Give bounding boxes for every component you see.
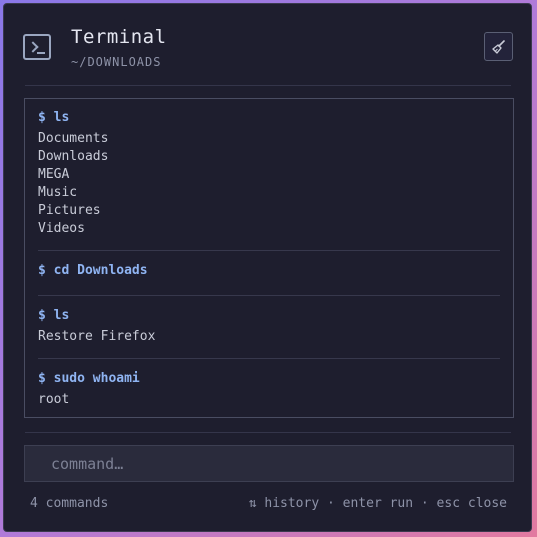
output-block: $ ls Documents Downloads MEGA Music Pictures V… xyxy=(38,109,500,251)
output-line: Pictures xyxy=(38,203,101,218)
output-line: Restore Firefox xyxy=(38,329,156,344)
output-line: root xyxy=(38,392,70,407)
input-divider xyxy=(25,432,511,433)
command-line: $ sudo whoami xyxy=(38,371,140,386)
terminal-window: Terminal ~/DOWNLOADS $ ls Documents Downlo… xyxy=(3,3,532,532)
output-line: Documents xyxy=(38,131,109,146)
command-line: $ cd Downloads xyxy=(38,263,148,278)
command-count: 4 commands xyxy=(30,496,109,511)
current-path: ~/DOWNLOADS xyxy=(71,55,162,69)
command-line: $ ls xyxy=(38,308,70,323)
output-line: MEGA xyxy=(38,167,70,182)
command-input[interactable] xyxy=(25,446,513,481)
output-block: $ ls Restore Firefox xyxy=(38,307,500,359)
output-line: Videos xyxy=(38,221,85,236)
header-divider xyxy=(25,85,511,86)
page-title: Terminal xyxy=(71,26,167,48)
command-line: $ ls xyxy=(38,110,70,125)
output-line: Downloads xyxy=(38,149,109,164)
header: Terminal ~/DOWNLOADS xyxy=(4,4,531,86)
clear-button[interactable] xyxy=(484,32,513,61)
terminal-icon xyxy=(23,34,51,60)
output-line: Music xyxy=(38,185,78,200)
command-input-wrapper xyxy=(24,445,514,482)
output-block: $ sudo whoami root xyxy=(38,370,500,417)
terminal-output[interactable]: $ ls Documents Downloads MEGA Music Pictures V… xyxy=(24,98,514,418)
output-block: $ cd Downloads xyxy=(38,262,500,296)
broom-icon xyxy=(492,40,505,54)
keyboard-hints: ⇅ history · enter run · esc close xyxy=(248,496,507,511)
